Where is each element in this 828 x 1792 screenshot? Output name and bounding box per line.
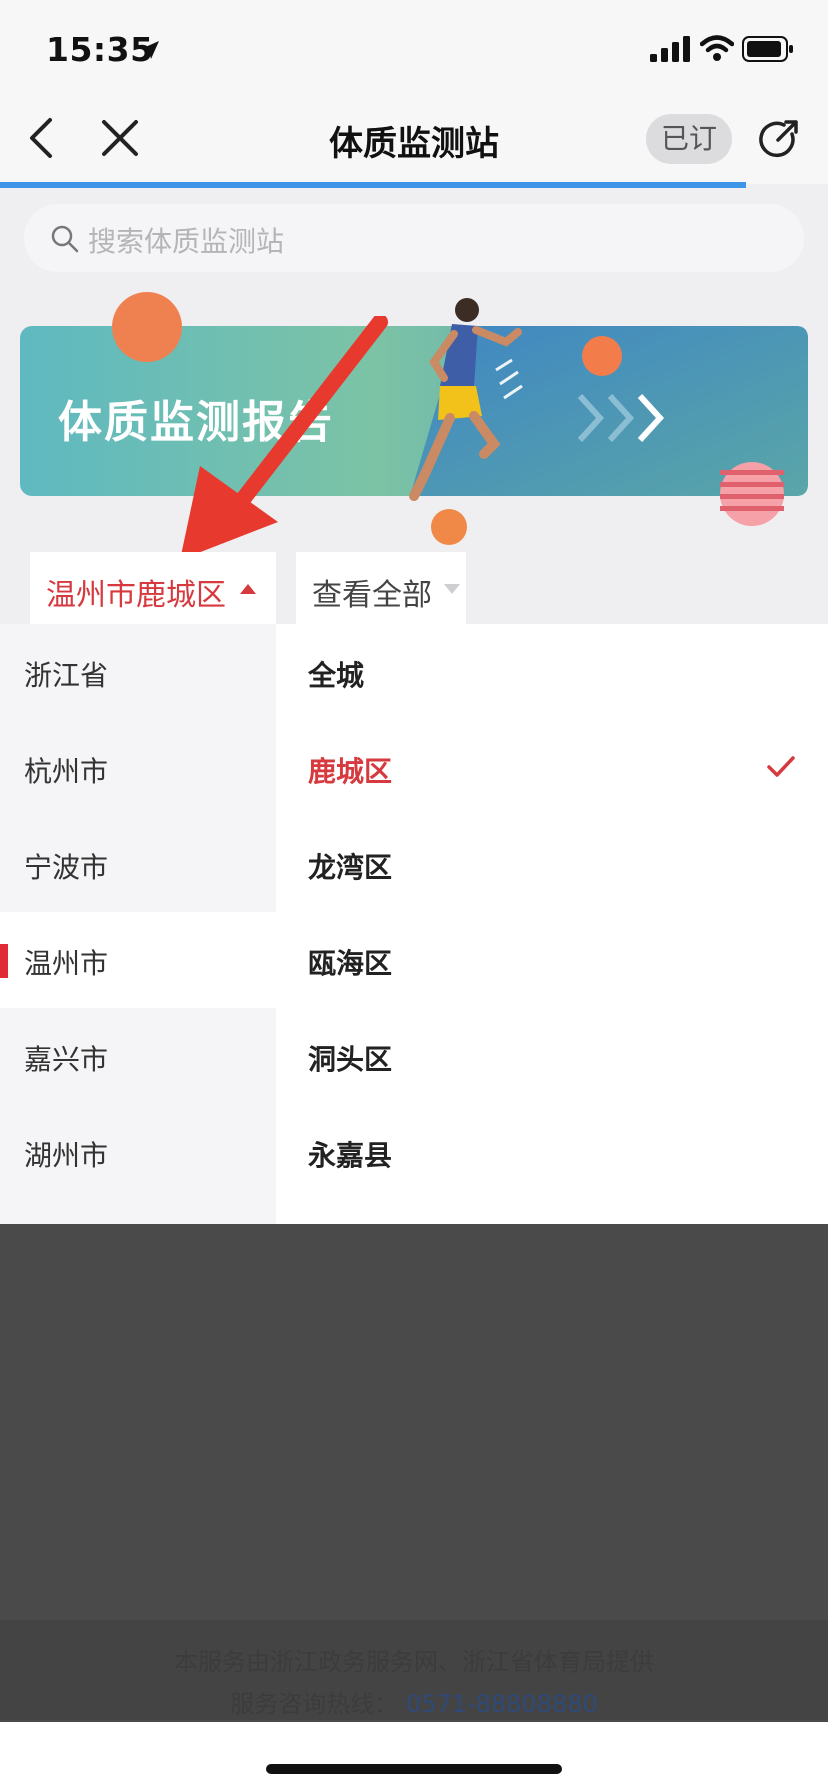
search-placeholder: 搜索体质监测站	[88, 225, 285, 258]
district-label: 永嘉县	[308, 1139, 393, 1172]
district-label: 全城	[308, 659, 365, 692]
district-item[interactable]: 全城	[276, 624, 828, 720]
home-indicator[interactable]	[266, 1764, 562, 1774]
footer-provider-text: 本服务由浙江政务服务网、浙江省体育局提供	[174, 1648, 654, 1676]
district-item[interactable]: 永嘉县	[276, 1104, 828, 1200]
checkmark-icon	[767, 756, 795, 777]
signal-icon	[650, 36, 690, 62]
district-label: 洞头区	[308, 1043, 393, 1076]
wifi-icon	[700, 35, 734, 61]
search-icon	[51, 225, 79, 253]
loading-progress-bar	[0, 182, 746, 188]
region-filter-label: 温州市鹿城区	[46, 578, 226, 613]
district-list: 全城 鹿城区 龙湾区 瓯海区 洞头区 永嘉县	[0, 624, 828, 1224]
district-item[interactable]: 洞头区	[276, 1008, 828, 1104]
location-arrow-icon	[141, 41, 159, 59]
bottom-safe-area	[0, 1722, 828, 1792]
district-label: 瓯海区	[308, 947, 393, 980]
district-label: 鹿城区	[308, 755, 393, 788]
district-label: 龙湾区	[308, 851, 393, 884]
district-item[interactable]: 瓯海区	[276, 912, 828, 1008]
share-icon[interactable]	[756, 118, 800, 162]
annotation-arrow-icon	[180, 316, 388, 560]
hotline-label: 服务咨询热线：	[230, 1690, 399, 1718]
district-item-selected[interactable]: 鹿城区	[276, 720, 828, 816]
hotline-number-link[interactable]: 0571-88808880	[406, 1690, 598, 1718]
caret-down-icon	[444, 584, 460, 594]
district-item[interactable]: 龙湾区	[276, 816, 828, 912]
footer-hotline-line: 服务咨询热线： 0571-88808880	[0, 1684, 828, 1719]
subscribe-button[interactable]: 已订	[646, 114, 732, 164]
caret-up-icon	[240, 584, 256, 594]
scope-filter-label: 查看全部	[312, 578, 432, 613]
decor-small-ball-icon	[431, 509, 467, 545]
battery-icon	[742, 36, 793, 62]
